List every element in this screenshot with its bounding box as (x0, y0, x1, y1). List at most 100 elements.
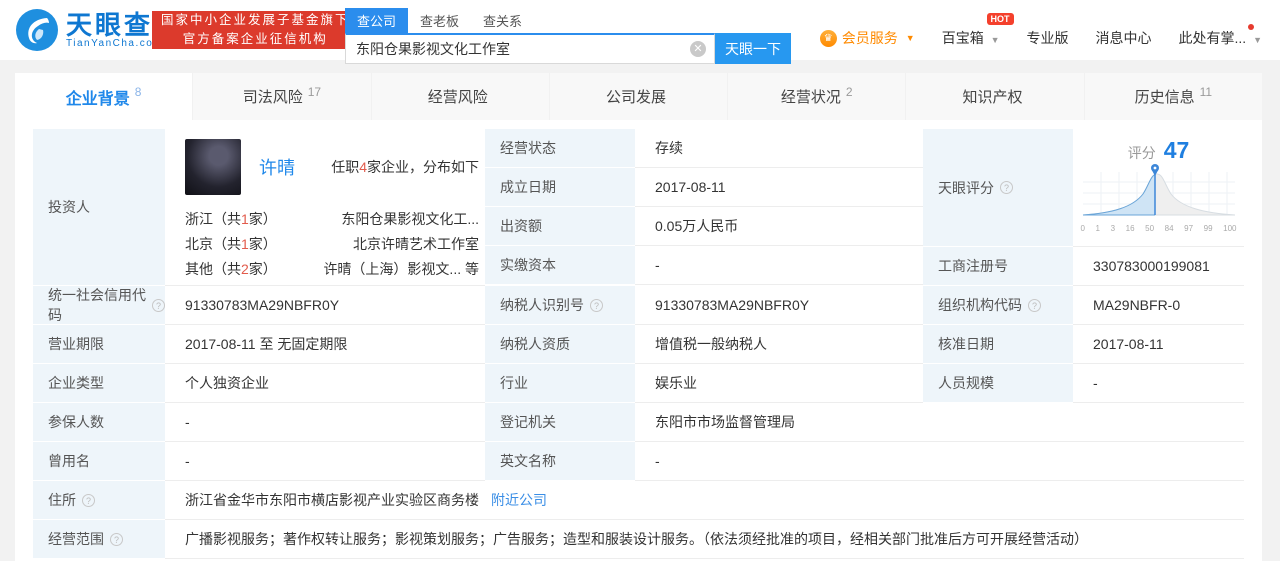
nav-message-center[interactable]: 消息中心 (1096, 28, 1152, 48)
tab-label: 企业背景 (65, 90, 130, 108)
field-value-taxpayer-id: 91330783MA29NBFR0Y (635, 286, 923, 325)
field-label-address: 住所? (33, 481, 165, 520)
field-label-staff-size: 人员规模 (923, 364, 1073, 403)
field-label-taxpayer-qualification: 纳税人资质 (485, 325, 635, 364)
tab-label: 经营风险 (427, 89, 488, 106)
nav-palm-app[interactable]: 此处有掌... ▼ (1179, 24, 1262, 48)
field-label-investor: 投资人 (33, 129, 165, 286)
search-tab-company[interactable]: 查公司 (345, 8, 409, 33)
tab-operation-risk[interactable]: 经营风险 (371, 73, 550, 120)
field-label-establish-date: 成立日期 (485, 168, 635, 207)
field-value-taxpayer-qualification: 增值税一般纳税人 (635, 325, 923, 364)
help-icon[interactable]: ? (1000, 181, 1013, 194)
field-label-english-name: 英文名称 (485, 442, 635, 481)
field-value-establish-date: 2017-08-11 (635, 168, 923, 207)
tab-count: 17 (307, 84, 322, 99)
chevron-down-icon: ▼ (990, 35, 1000, 45)
logo-cn-text: 天眼查 (66, 9, 154, 40)
tab-label: 历史信息 (1134, 89, 1195, 106)
nav-member-services[interactable]: ♛ 会员服务 ▼ (819, 28, 915, 48)
search-tab-boss[interactable]: 查老板 (408, 8, 471, 33)
field-label-operating-status: 经营状态 (485, 129, 635, 168)
company-link[interactable]: 北京许晴艺术工作室 (353, 232, 479, 257)
field-value-business-term: 2017-08-11 至 无固定期限 (165, 325, 485, 364)
nav-toolbox[interactable]: HOT 百宝箱 ▼ (942, 13, 1014, 48)
tianyancha-logo-icon (16, 9, 58, 51)
tab-count: 2 (845, 84, 853, 99)
company-link[interactable]: 东阳仓果影视文化工... (341, 207, 479, 232)
notification-dot (1248, 24, 1254, 30)
search-input[interactable] (345, 33, 715, 64)
field-value-former-name: - (165, 442, 485, 481)
search-button[interactable]: 天眼一下 (715, 33, 791, 64)
search-type-tabs: 查公司 查老板 查关系 (345, 8, 791, 33)
field-label-business-term: 营业期限 (33, 325, 165, 364)
help-icon[interactable]: ? (1028, 298, 1041, 312)
field-value-paid-capital: - (635, 246, 923, 285)
field-label-credit-code: 统一社会信用代码? (33, 286, 165, 325)
field-value-approval-date: 2017-08-11 (1073, 325, 1244, 364)
field-value-english-name: - (635, 442, 1244, 481)
investor-summary: 任职4家企业，分布如下 (331, 159, 479, 175)
tab-label: 司法风险 (242, 89, 303, 106)
tab-history-info[interactable]: 历史信息 11 (1084, 73, 1262, 120)
clear-search-icon[interactable]: ✕ (690, 41, 706, 57)
investor-name-link[interactable]: 许晴 (259, 154, 295, 180)
region-text: 其他（共2家） (185, 261, 277, 277)
list-item: 北京（共1家） 北京许晴艺术工作室 (185, 232, 479, 257)
gov-badge-line1: 国家中小企业发展子基金旗下 (161, 13, 350, 27)
investor-cell: 许晴 任职4家企业，分布如下 浙江（共1家） 东阳仓果影视文化工... 北京（共… (165, 129, 485, 286)
tianyancha-logo[interactable]: 天眼查 TianYanCha.com (16, 9, 163, 51)
header-nav: ♛ 会员服务 ▼ HOT 百宝箱 ▼ 专业版 消息中心 此处有掌... ▼ (819, 13, 1262, 48)
tab-operation-status[interactable]: 经营状况 2 (728, 73, 907, 120)
field-value-company-type: 个人独资企业 (165, 364, 485, 403)
top-header: 天眼查 TianYanCha.com 国家中小企业发展子基金旗下 官方备案企业征… (0, 0, 1280, 64)
search-tab-relation[interactable]: 查关系 (471, 8, 534, 33)
tab-label: 经营状况 (780, 89, 841, 106)
section-tabbar: 企业背景 8 司法风险 17 经营风险 公司发展 经营状况 2 知识产权 历史信… (15, 73, 1262, 120)
field-value-contribution: 0.05万人民币 (635, 207, 923, 246)
company-link[interactable]: 许晴（上海）影视文... 等 (323, 257, 479, 282)
address-text: 浙江省金华市东阳市横店影视产业实验区商务楼 (185, 492, 479, 508)
tab-count: 11 (1199, 84, 1213, 99)
help-icon[interactable]: ? (590, 298, 603, 312)
field-label-org-code: 组织机构代码? (923, 286, 1073, 325)
field-label-company-type: 企业类型 (33, 364, 165, 403)
field-label-contribution: 出资额 (485, 207, 635, 246)
tab-intellectual-property[interactable]: 知识产权 (906, 73, 1085, 120)
field-label-paid-capital: 实缴资本 (485, 246, 635, 285)
score-value: 47 (1163, 137, 1190, 163)
chevron-down-icon: ▼ (1253, 35, 1262, 45)
help-icon[interactable]: ? (152, 298, 165, 312)
field-value-org-code: MA29NBFR-0 (1073, 286, 1244, 325)
field-label-business-scope: 经营范围? (33, 520, 165, 559)
field-label-approval-date: 核准日期 (923, 325, 1073, 364)
list-item: 浙江（共1家） 东阳仓果影视文化工... (185, 207, 479, 232)
field-value-operating-status: 存续 (635, 129, 923, 168)
list-item: 其他（共2家） 许晴（上海）影视文... 等 (185, 257, 479, 282)
field-value-business-scope: 广播影视服务；著作权转让服务；影视策划服务；广告服务；造型和服装设计服务。（依法… (165, 520, 1244, 559)
investor-avatar[interactable] (185, 139, 241, 195)
help-icon[interactable]: ? (110, 532, 123, 546)
tab-company-background[interactable]: 企业背景 8 (15, 73, 194, 120)
field-value-address: 浙江省金华市东阳市横店影视产业实验区商务楼 附近公司 (165, 481, 1244, 520)
gov-certification-badge: 国家中小企业发展子基金旗下 官方备案企业征信机构 (152, 11, 359, 49)
field-label-registration-number: 工商注册号 (923, 247, 1073, 286)
tab-judicial-risk[interactable]: 司法风险 17 (193, 73, 372, 120)
logo-en-text: TianYanCha.com (66, 37, 164, 49)
field-value-registration-authority: 东阳市市场监督管理局 (635, 403, 1244, 442)
score-caption: 评分 47 (1127, 137, 1190, 163)
gov-badge-line2: 官方备案企业征信机构 (182, 32, 328, 46)
field-label-registration-authority: 登记机关 (485, 403, 635, 442)
field-value-industry: 娱乐业 (635, 364, 923, 403)
field-value-registration-number: 330783000199081 (1073, 247, 1244, 286)
nearby-companies-link[interactable]: 附近公司 (491, 490, 547, 510)
chevron-down-icon: ▼ (905, 33, 915, 43)
tab-label: 公司发展 (605, 89, 666, 106)
field-label-industry: 行业 (485, 364, 635, 403)
company-info-table: 投资人 许晴 任职4家企业，分布如下 浙江（共1家） 东阳仓果影视文化工... (15, 120, 1262, 559)
tab-company-development[interactable]: 公司发展 (549, 73, 729, 120)
nav-pro-version[interactable]: 专业版 (1027, 28, 1069, 48)
field-value-insured-count: - (165, 403, 485, 442)
help-icon[interactable]: ? (82, 493, 95, 507)
